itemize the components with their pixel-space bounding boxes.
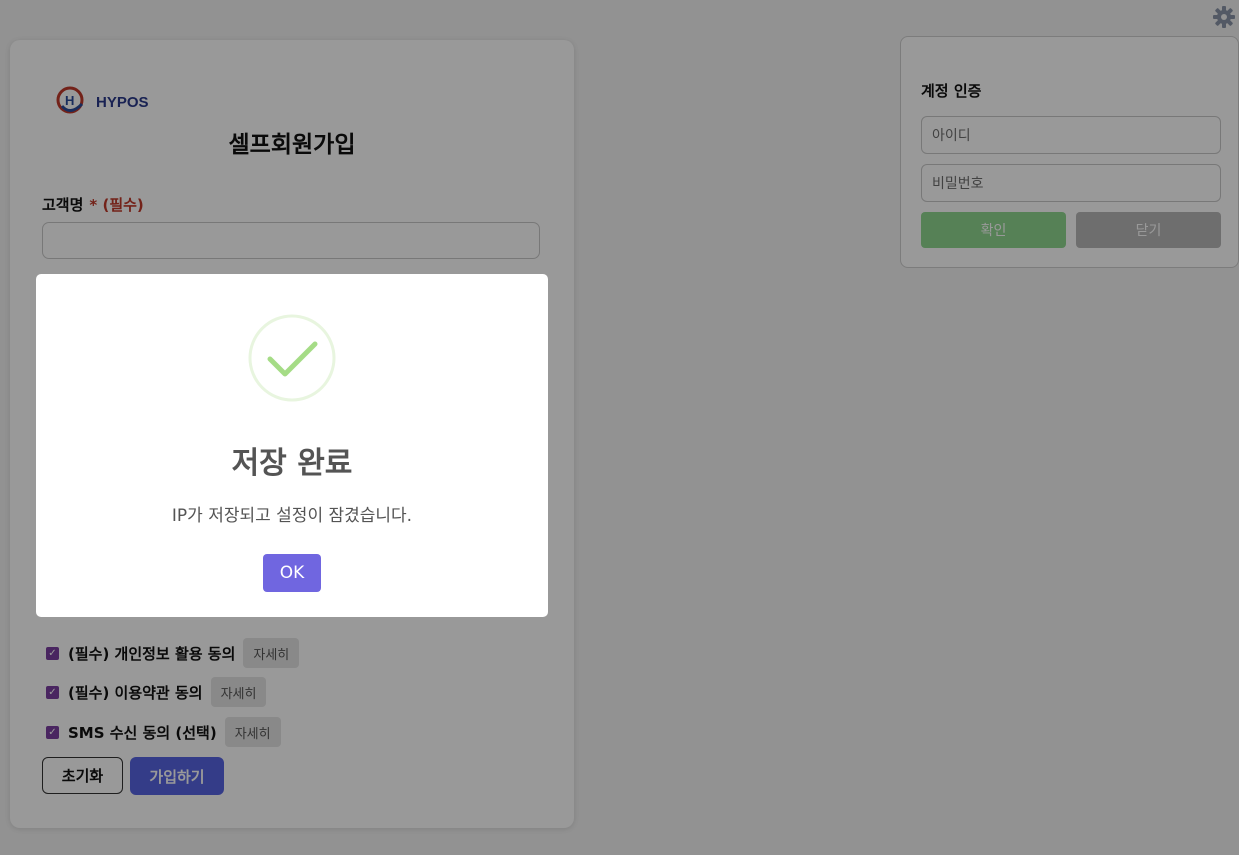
dialog-message: IP가 저장되고 설정이 잠겼습니다. <box>171 506 413 526</box>
checkmark-circle-icon <box>248 314 336 402</box>
dialog-title: 저장 완료 <box>231 446 353 481</box>
ok-button[interactable]: OK <box>263 554 321 592</box>
save-complete-dialog: 저장 완료 IP가 저장되고 설정이 잠겼습니다. OK <box>36 274 548 617</box>
